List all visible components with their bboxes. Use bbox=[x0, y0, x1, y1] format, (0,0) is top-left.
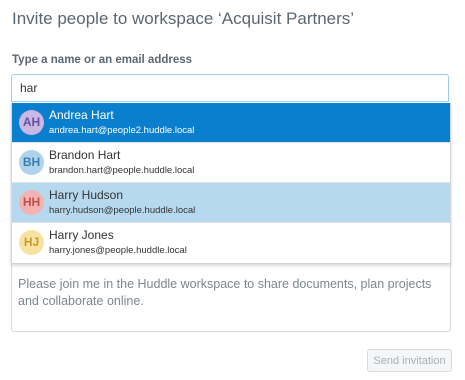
invitation-message-field[interactable]: Please join me in the Huddle workspace t… bbox=[11, 262, 451, 332]
suggestion-email: harry.hudson@people.huddle.local bbox=[49, 205, 196, 216]
suggestion-item[interactable]: HJ Harry Jones harry.jones@people.huddle… bbox=[12, 223, 450, 263]
suggestion-email: harry.jones@people.huddle.local bbox=[49, 245, 187, 256]
suggestion-email: andrea.hart@people2.huddle.local bbox=[49, 125, 195, 136]
suggestion-item[interactable]: HH Harry Hudson harry.hudson@people.hudd… bbox=[12, 183, 450, 223]
page-title: Invite people to workspace ‘Acquisit Par… bbox=[12, 9, 355, 28]
avatar: HH bbox=[19, 190, 44, 215]
suggestion-item[interactable]: AH Andrea Hart andrea.hart@people2.huddl… bbox=[12, 103, 450, 143]
suggestion-item[interactable]: BH Brandon Hart brandon.hart@people.hudd… bbox=[12, 143, 450, 183]
search-input[interactable] bbox=[11, 74, 449, 102]
search-field-label: Type a name or an email address bbox=[12, 54, 193, 66]
avatar: HJ bbox=[19, 230, 44, 255]
suggestion-name: Harry Jones bbox=[49, 228, 114, 242]
avatar: BH bbox=[19, 150, 44, 175]
send-invitation-button[interactable]: Send invitation bbox=[367, 349, 452, 372]
suggestion-name: Brandon Hart bbox=[49, 148, 121, 162]
suggestion-name: Harry Hudson bbox=[49, 188, 124, 202]
avatar: AH bbox=[19, 110, 44, 135]
suggestion-name: Andrea Hart bbox=[49, 108, 114, 122]
suggestion-dropdown: AH Andrea Hart andrea.hart@people2.huddl… bbox=[11, 103, 451, 264]
suggestion-email: brandon.hart@people.huddle.local bbox=[49, 165, 195, 176]
